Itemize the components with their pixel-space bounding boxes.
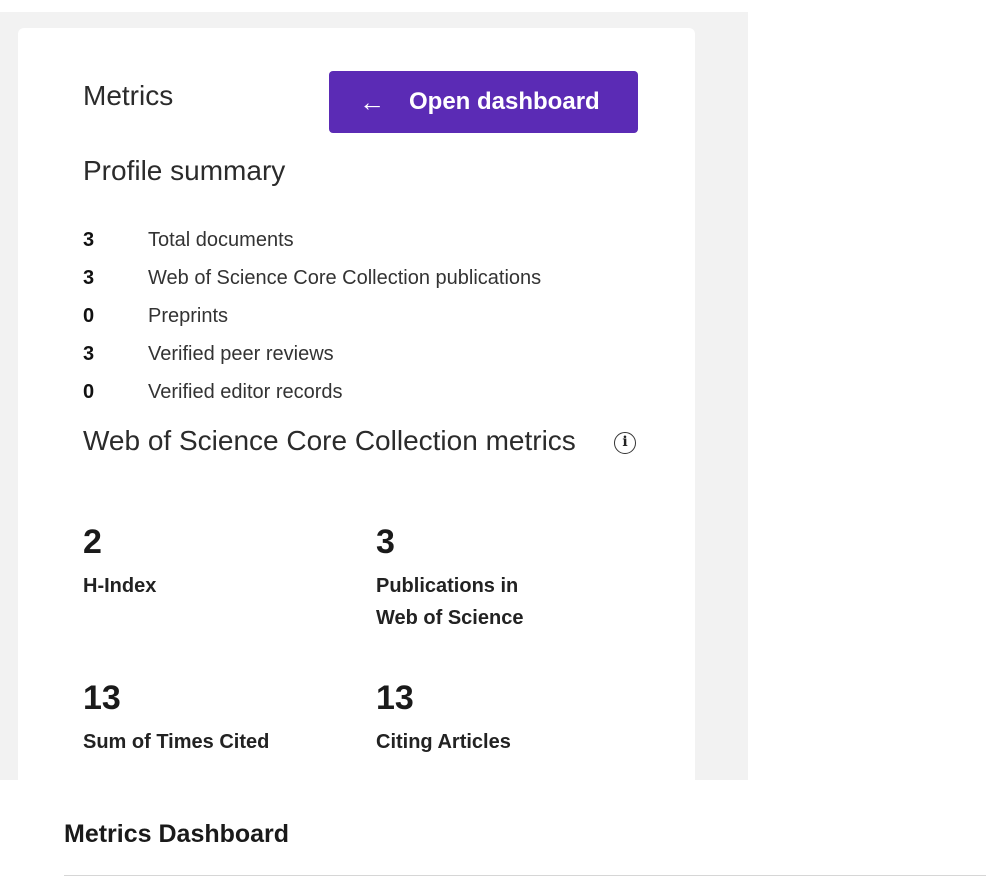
metric-label: Citing Articles [376,731,511,753]
list-item: 3 Total documents [83,221,541,259]
summary-count: 3 [83,266,95,289]
summary-label: Preprints [148,304,229,327]
metric-value: 3 [376,523,395,561]
metric-value: 2 [83,523,102,561]
divider [64,875,986,876]
metric-sum-times-cited: 13 Sum of Times Cited [83,678,343,758]
card-title: Metrics [83,80,174,111]
core-metrics-title: Web of Science Core Collection metrics [83,425,576,456]
summary-count: 0 [83,304,95,327]
summary-count: 0 [83,380,95,403]
info-icon[interactable]: i [614,432,636,454]
metric-value: 13 [83,679,121,717]
profile-summary-title: Profile summary [83,155,286,186]
summary-label: Verified peer reviews [148,342,334,365]
open-dashboard-label: Open dashboard [409,88,600,115]
summary-count: 3 [83,228,95,251]
metric-citing-articles: 13 Citing Articles [376,678,636,758]
profile-summary-list: 3 Total documents 3 Web of Science Core … [83,221,541,411]
list-item: 0 Preprints [83,297,541,335]
summary-label: Total documents [148,228,294,251]
metric-label: Publications in Web of Science [376,575,524,629]
metric-label: H-Index [83,575,157,597]
dashboard-title: Metrics Dashboard [64,820,290,848]
metric-value: 13 [376,679,414,717]
arrow-left-icon: ← [359,87,385,117]
metric-label: Sum of Times Cited [83,731,270,753]
summary-label: Web of Science Core Collection publicati… [148,266,542,289]
summary-count: 3 [83,342,95,365]
metric-publications: 3 Publications in Web of Science [376,522,546,634]
summary-label: Verified editor records [148,380,343,403]
open-dashboard-button[interactable]: ← Open dashboard [329,71,638,133]
list-item: 3 Verified peer reviews [83,335,541,373]
metrics-card: Metrics ← Open dashboard Profile summary… [18,28,695,788]
list-item: 0 Verified editor records [83,373,541,411]
list-item: 3 Web of Science Core Collection publica… [83,259,541,297]
metric-h-index: 2 H-Index [83,522,343,602]
